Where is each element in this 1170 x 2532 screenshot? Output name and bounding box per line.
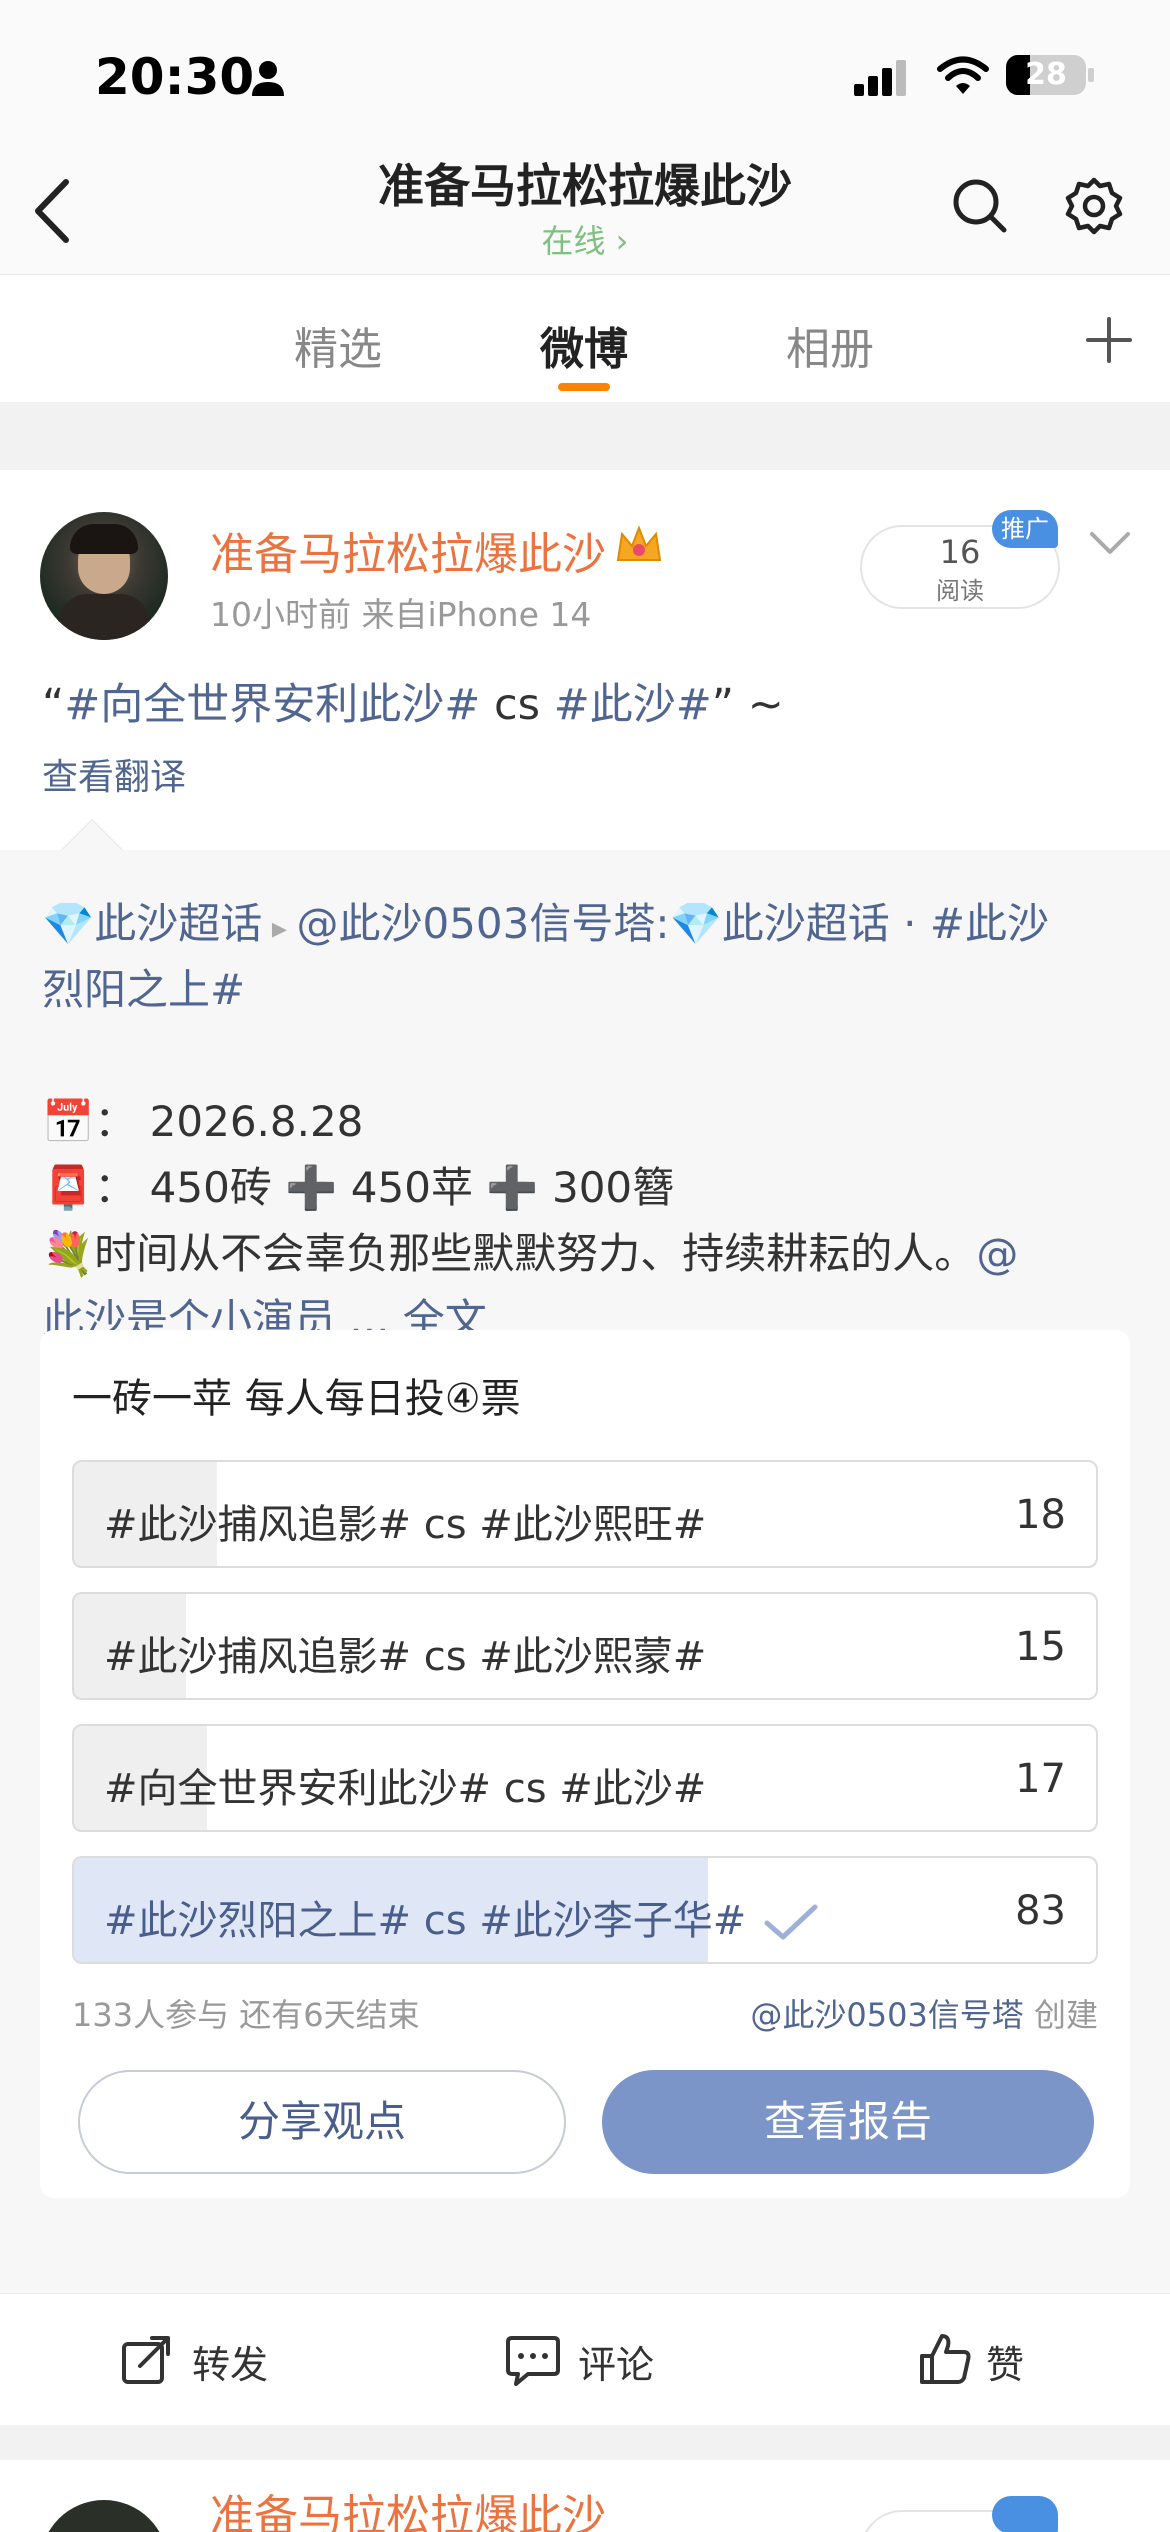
poll-title: 一砖一苹 每人每日投④票: [72, 1376, 521, 1422]
repost-icon[interactable]: [120, 2334, 172, 2386]
poll-option-count: 17: [1015, 1756, 1066, 1802]
mailbox-icon: 📮: [42, 1163, 95, 1212]
poll-option-label: #此沙捕风追影# cs #此沙熙蒙#: [104, 1634, 707, 1680]
status-time: 20:30: [95, 48, 255, 106]
tab-featured[interactable]: 精选: [294, 313, 382, 377]
super-topic-link[interactable]: 💎此沙超话: [669, 899, 889, 948]
avatar[interactable]: [40, 2500, 168, 2532]
chevron-down-icon[interactable]: [1088, 528, 1132, 558]
topic-link-continued[interactable]: 烈阳之上#: [42, 956, 245, 1017]
read-label: 阅读: [936, 577, 984, 605]
topic-link[interactable]: #向全世界安利此沙#: [64, 680, 480, 730]
battery-tip: [1088, 68, 1094, 82]
poll-option[interactable]: #向全世界安利此沙# cs #此沙# 17: [72, 1724, 1098, 1832]
post-text: “#向全世界安利此沙# cs #此沙#” ~: [42, 680, 784, 730]
post-action-bar: 转发 评论 赞: [0, 2293, 1170, 2425]
poll-card: 一砖一苹 每人每日投④票 #此沙捕风追影# cs #此沙熙旺# 18 #此沙捕风…: [40, 1330, 1130, 2198]
post-card: 准备马拉松拉爆此沙 10小时前 来自iPhone 14 16 阅读 推广 “#向…: [0, 470, 1170, 2293]
next-post-card[interactable]: 准备马拉松拉爆此沙: [0, 2460, 1170, 2532]
promo-badge[interactable]: [992, 2496, 1058, 2532]
search-icon[interactable]: [950, 176, 1010, 236]
share-opinion-button[interactable]: 分享观点: [78, 2070, 566, 2174]
avatar[interactable]: [40, 512, 168, 640]
tab-weibo[interactable]: 微博: [540, 313, 628, 377]
retweet-notch: [60, 818, 124, 882]
crown-icon: [616, 525, 662, 561]
poll-option[interactable]: #此沙捕风追影# cs #此沙熙旺# 18: [72, 1460, 1098, 1568]
poll-option[interactable]: #此沙捕风追影# cs #此沙熙蒙# 15: [72, 1592, 1098, 1700]
active-tab-indicator: [558, 383, 610, 391]
tab-bar: 精选 微博 相册: [0, 275, 1170, 403]
bouquet-icon: 💐: [42, 1229, 95, 1278]
quote-line: 💐时间从不会辜负那些默默努力、持续耕耘的人。@: [42, 1229, 1019, 1278]
thumbs-up-icon[interactable]: [918, 2332, 972, 2386]
super-topic-link[interactable]: 💎此沙超话: [42, 899, 262, 948]
calendar-icon: 📅: [42, 1097, 95, 1146]
plus-icon[interactable]: [1084, 315, 1134, 365]
goal-line: 📮： 450砖 ➕ 450苹 ➕ 300簪: [42, 1163, 675, 1212]
retweet-header: 💎此沙超话 ▸ @此沙0503信号塔:💎此沙超话 · #此沙: [42, 899, 1050, 948]
translate-link[interactable]: 查看翻译: [42, 748, 186, 800]
gear-icon[interactable]: [1064, 176, 1124, 236]
cellular-signal-icon: [854, 60, 906, 96]
retweet-section[interactable]: 💎此沙超话 ▸ @此沙0503信号塔:💎此沙超话 · #此沙 烈阳之上# 📅： …: [0, 818, 1170, 2293]
repost-button[interactable]: 转发: [192, 2334, 268, 2389]
poll-option-label: #此沙烈阳之上# cs #此沙李子华#: [104, 1888, 819, 1946]
comment-button[interactable]: 评论: [578, 2334, 654, 2389]
author-name[interactable]: 准备马拉松拉爆此沙: [210, 2480, 606, 2532]
battery-level: 28: [1025, 57, 1067, 92]
tab-album[interactable]: 相册: [786, 313, 874, 377]
promo-badge[interactable]: 推广: [992, 510, 1058, 548]
poll-option-count: 83: [1015, 1888, 1066, 1934]
author-name[interactable]: 准备马拉松拉爆此沙: [210, 518, 606, 582]
poll-creator: @此沙0503信号塔 创建: [750, 1996, 1098, 2034]
topic-link[interactable]: #此沙#: [554, 680, 712, 730]
checkmark-icon: [764, 1904, 818, 1940]
nav-bar: 准备马拉松拉爆此沙 在线 ›: [0, 140, 1170, 275]
person-icon: [252, 61, 284, 96]
post-meta: 10小时前 来自iPhone 14: [210, 595, 592, 634]
poll-stats: 133人参与 还有6天结束: [72, 1996, 420, 2034]
poll-option-voted[interactable]: #此沙烈阳之上# cs #此沙李子华# 83: [72, 1856, 1098, 1964]
status-bar: 20:30 28: [0, 0, 1170, 140]
wifi-icon: [937, 56, 989, 94]
view-report-button[interactable]: 查看报告: [602, 2070, 1094, 2174]
poll-option-label: #此沙捕风追影# cs #此沙熙旺#: [104, 1502, 707, 1548]
user-mention-link[interactable]: @此沙0503信号塔: [750, 1996, 1023, 2034]
user-mention-link[interactable]: @此沙0503信号塔: [296, 899, 655, 948]
poll-option-count: 18: [1015, 1492, 1066, 1538]
like-button[interactable]: 赞: [986, 2334, 1024, 2389]
battery-icon: 28: [1006, 55, 1086, 95]
topic-link[interactable]: #此沙: [930, 899, 1049, 948]
poll-option-label: #向全世界安利此沙# cs #此沙#: [104, 1766, 707, 1812]
poll-option-count: 15: [1015, 1624, 1066, 1670]
date-line: 📅： 2026.8.28: [42, 1097, 364, 1146]
comment-icon[interactable]: [506, 2334, 560, 2386]
